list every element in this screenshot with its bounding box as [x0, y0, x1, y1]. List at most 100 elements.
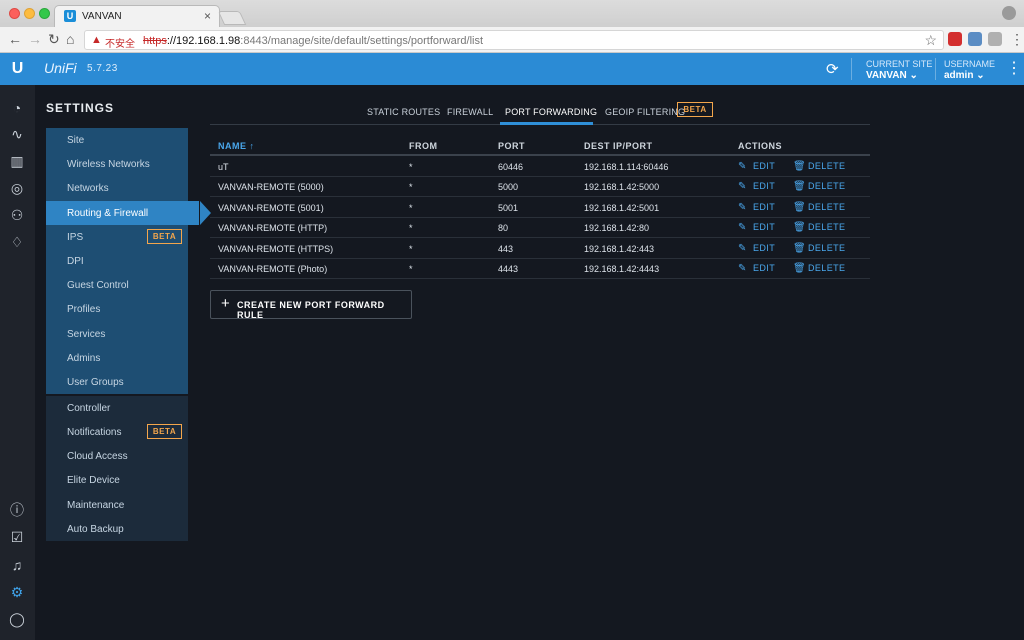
dashboard-icon[interactable]: ◔: [8, 99, 26, 117]
edit-button[interactable]: ✎ EDIT: [738, 222, 775, 233]
sidebar-item-label: Notifications: [67, 427, 122, 438]
url-host: ://192.168.1.98: [166, 35, 241, 47]
sidebar-item-notifications[interactable]: Notifications BETA: [46, 420, 188, 444]
cell-from: *: [409, 203, 413, 213]
sidebar-item-maintenance[interactable]: Maintenance: [46, 493, 188, 517]
sidebar-item-ips[interactable]: IPS BETA: [46, 225, 188, 249]
create-port-forward-rule-button[interactable]: + CREATE NEW PORT FORWARD RULE: [210, 290, 412, 320]
column-header-name[interactable]: NAME ↑: [218, 141, 255, 151]
column-header-actions: ACTIONS: [738, 141, 782, 151]
tab-geoip-filtering[interactable]: GEOIP FILTERING: [605, 107, 685, 117]
cell-name: VANVAN-REMOTE (5000): [218, 182, 324, 192]
insights-icon[interactable]: ♢: [8, 233, 26, 251]
settings-icon[interactable]: ⚙: [8, 583, 26, 601]
edit-button[interactable]: ✎ EDIT: [738, 243, 775, 254]
sidebar-item-networks[interactable]: Networks: [46, 176, 188, 200]
url-input[interactable]: ▲ 不安全 https://192.168.1.98:8443/manage/s…: [84, 30, 944, 50]
ubiquiti-logo[interactable]: U: [0, 53, 35, 85]
forward-icon[interactable]: →: [28, 31, 42, 47]
sidebar-item-profiles[interactable]: Profiles: [46, 297, 188, 321]
delete-label: DELETE: [808, 161, 846, 171]
icon-rail: ◔ ∿ ▥ ◎ ⚇ ♢ ⓘ ☑ ♫ ⚙ ◯: [0, 85, 35, 640]
cell-dest: 192.168.1.42:80: [584, 223, 650, 233]
sidebar-item-elite-device[interactable]: Elite Device: [46, 468, 188, 492]
username-label: USERNAME: [944, 59, 996, 69]
new-tab-button[interactable]: [217, 11, 247, 25]
edit-button[interactable]: ✎ EDIT: [738, 181, 775, 192]
screenshot-extension-icon[interactable]: [968, 32, 982, 46]
sidebar-item-label: Networks: [67, 183, 109, 194]
home-icon[interactable]: ⌂: [66, 31, 74, 47]
beta-badge: BETA: [677, 102, 713, 117]
delete-label: DELETE: [808, 202, 846, 212]
sidebar-item-dpi[interactable]: DPI: [46, 249, 188, 273]
tab-close-icon[interactable]: ×: [204, 9, 211, 23]
browser-tab[interactable]: U VANVAN ×: [54, 5, 220, 27]
sidebar-item-guest-control[interactable]: Guest Control: [46, 273, 188, 297]
url-text: https://192.168.1.98:8443/manage/site/de…: [143, 35, 483, 47]
pencil-icon: ✎: [738, 243, 747, 254]
statistics-icon[interactable]: ∿: [8, 125, 26, 143]
table-header: NAME ↑ FROM PORT DEST IP/PORT ACTIONS: [210, 137, 870, 156]
app-header: U UniFi 5.7.23 ⟳ CURRENT SITE VANVAN ⌄ U…: [0, 53, 1024, 85]
reload-icon[interactable]: ↻: [48, 31, 60, 47]
cell-dest: 192.168.1.42:5000: [584, 182, 660, 192]
sidebar-item-cloud-access[interactable]: Cloud Access: [46, 444, 188, 468]
delete-button[interactable]: 🗑 DELETE: [793, 243, 845, 254]
current-site-selector[interactable]: VANVAN ⌄: [866, 70, 918, 81]
delete-button[interactable]: 🗑 DELETE: [793, 202, 845, 213]
column-header-port[interactable]: PORT: [498, 141, 525, 151]
cell-name: VANVAN-REMOTE (HTTP): [218, 223, 328, 233]
bookmark-star-icon[interactable]: ☆: [924, 32, 937, 49]
sidebar-item-label: Services: [67, 329, 106, 340]
trash-icon: 🗑: [793, 222, 807, 233]
sidebar-item-wireless-networks[interactable]: Wireless Networks: [46, 152, 188, 176]
sidebar-item-controller[interactable]: Controller: [46, 396, 188, 420]
column-header-from[interactable]: FROM: [409, 141, 438, 151]
edit-button[interactable]: ✎ EDIT: [738, 161, 775, 172]
sidebar-item-services[interactable]: Services: [46, 322, 188, 346]
delete-label: DELETE: [808, 243, 846, 253]
alerts-icon[interactable]: ☑: [8, 528, 26, 546]
profile-icon[interactable]: [1002, 6, 1016, 20]
tab-firewall[interactable]: FIREWALL: [447, 107, 493, 117]
delete-button[interactable]: 🗑 DELETE: [793, 222, 845, 233]
cell-port: 443: [498, 244, 514, 254]
edit-button[interactable]: ✎ EDIT: [738, 202, 775, 213]
delete-button[interactable]: 🗑 DELETE: [793, 161, 845, 172]
send-extension-icon[interactable]: [988, 32, 1002, 46]
refresh-icon[interactable]: ⟳: [826, 60, 839, 78]
window-zoom-button[interactable]: [39, 8, 50, 19]
browser-menu-icon[interactable]: ⋮: [1010, 31, 1024, 47]
sidebar-item-label: IPS: [67, 232, 84, 243]
events-icon[interactable]: ⓘ: [8, 501, 26, 519]
sidebar-item-admins[interactable]: Admins: [46, 346, 188, 370]
delete-button[interactable]: 🗑 DELETE: [793, 181, 845, 192]
more-options-icon[interactable]: ⋮: [1006, 60, 1022, 78]
column-header-dest[interactable]: DEST IP/PORT: [584, 141, 653, 151]
settings-title: SETTINGS: [46, 101, 115, 115]
window-minimize-button[interactable]: [24, 8, 35, 19]
chat-icon[interactable]: ◯: [8, 610, 26, 628]
chevron-down-icon: ⌄: [976, 70, 985, 81]
notifications-icon[interactable]: ♫: [8, 556, 26, 574]
trash-icon: 🗑: [793, 263, 807, 274]
tab-static-routes[interactable]: STATIC ROUTES: [367, 107, 440, 117]
sidebar-item-user-groups[interactable]: User Groups: [46, 370, 188, 394]
edit-button[interactable]: ✎ EDIT: [738, 263, 775, 274]
adblock-extension-icon[interactable]: [948, 32, 962, 46]
map-icon[interactable]: ▥: [8, 152, 26, 170]
clients-icon[interactable]: ⚇: [8, 206, 26, 224]
tab-port-forwarding[interactable]: PORT FORWARDING: [505, 107, 597, 117]
table-row: VANVAN-REMOTE (5001) * 5001 192.168.1.42…: [210, 198, 870, 218]
user-menu[interactable]: admin ⌄: [944, 70, 985, 81]
delete-button[interactable]: 🗑 DELETE: [793, 263, 845, 274]
back-icon[interactable]: ←: [8, 31, 22, 47]
unifi-brand: UniFi: [44, 60, 77, 76]
devices-icon[interactable]: ◎: [8, 179, 26, 197]
sidebar-item-auto-backup[interactable]: Auto Backup: [46, 517, 188, 541]
sidebar-item-routing-firewall[interactable]: Routing & Firewall: [46, 201, 199, 225]
window-close-button[interactable]: [9, 8, 20, 19]
sidebar-item-site[interactable]: Site: [46, 128, 188, 152]
pencil-icon: ✎: [738, 181, 747, 192]
